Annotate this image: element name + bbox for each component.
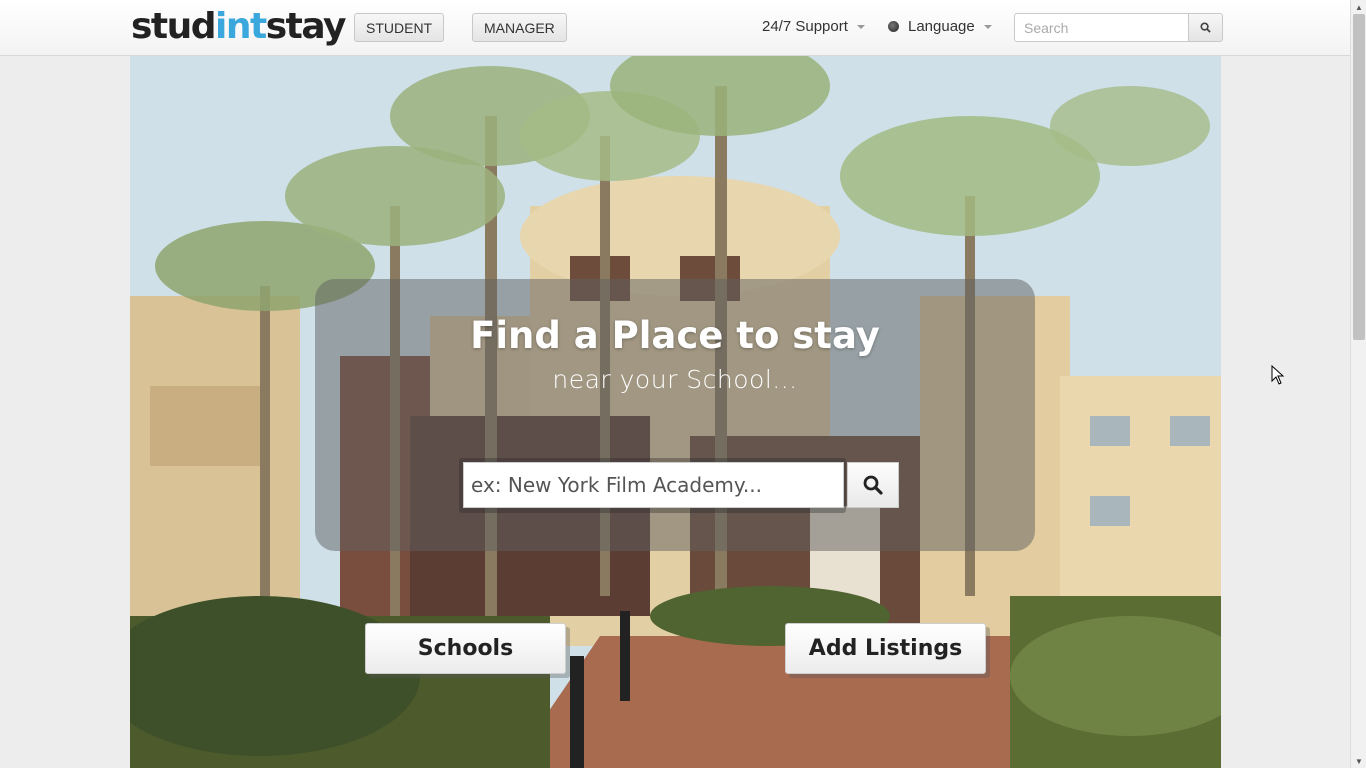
student-button[interactable]: STUDENT	[354, 13, 445, 42]
schools-button[interactable]: Schools	[365, 623, 566, 674]
top-nav-bar: studintstay STUDENT MANAGER 24/7 Support…	[0, 0, 1350, 56]
school-search-input[interactable]	[463, 462, 844, 508]
support-label: 24/7 Support	[762, 18, 848, 35]
add-listings-button[interactable]: Add Listings	[785, 623, 986, 674]
language-label: Language	[908, 18, 975, 35]
hero-subtitle: near your School...	[552, 365, 798, 394]
school-search-button[interactable]	[847, 462, 899, 508]
logo-text-stay: stay	[265, 6, 347, 47]
manager-button[interactable]: MANAGER	[472, 13, 567, 42]
header-search-button[interactable]	[1188, 13, 1223, 42]
search-icon	[863, 475, 883, 495]
scroll-down-arrow-icon[interactable]: ▼	[1351, 754, 1366, 768]
globe-icon	[888, 21, 899, 32]
scroll-up-arrow-icon[interactable]: ▲	[1351, 0, 1366, 14]
hero-section: Find a Place to stay near your School...…	[130, 56, 1221, 768]
header-search-input[interactable]	[1014, 13, 1189, 42]
hero-title: Find a Place to stay	[470, 314, 880, 357]
mouse-cursor-icon	[1271, 365, 1285, 385]
caret-down-icon	[983, 24, 992, 29]
site-logo[interactable]: studintstay	[131, 6, 347, 47]
search-icon	[1200, 22, 1211, 33]
page-scrollbar[interactable]: ▲ ▼	[1350, 0, 1366, 768]
language-dropdown[interactable]: Language	[888, 18, 992, 35]
logo-text-stud: stud	[131, 6, 217, 47]
scroll-thumb[interactable]	[1353, 14, 1365, 340]
support-dropdown[interactable]: 24/7 Support	[762, 18, 865, 35]
caret-down-icon	[856, 24, 865, 29]
logo-text-int: int	[215, 6, 267, 47]
